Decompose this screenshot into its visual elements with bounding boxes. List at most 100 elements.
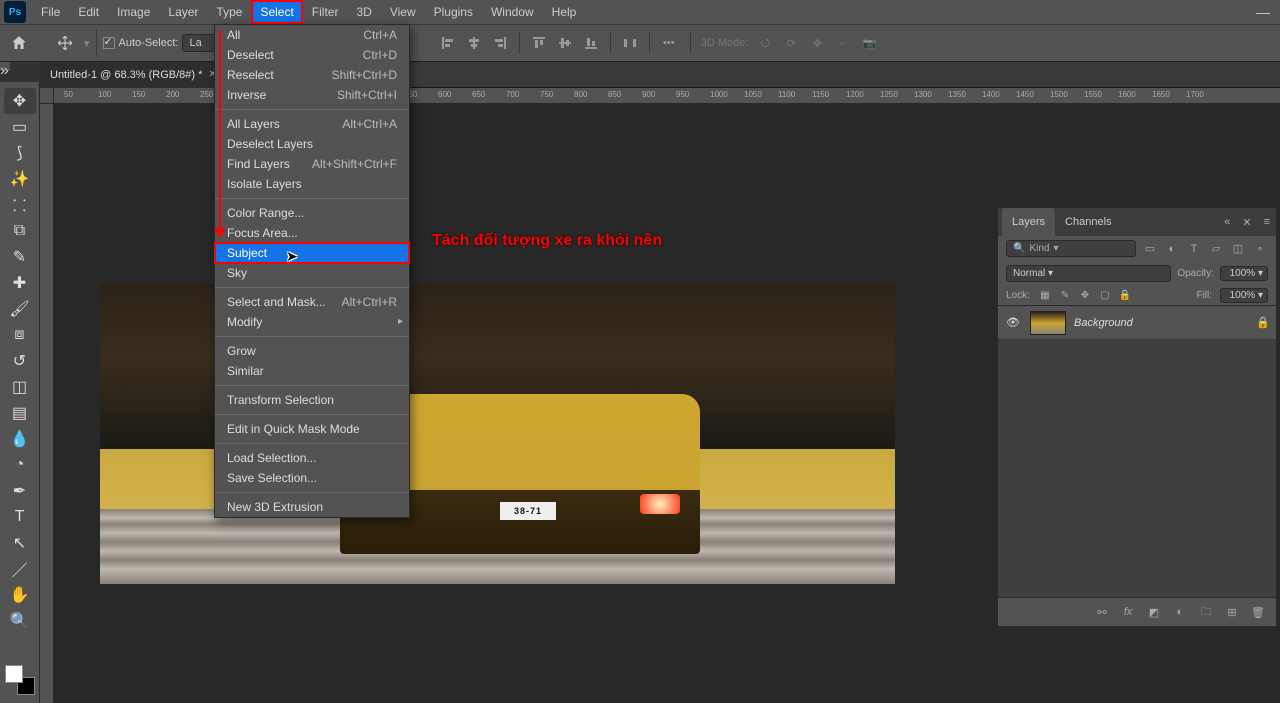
tool-lasso[interactable]: ⟆ [4,140,36,166]
menu-edit[interactable]: Edit [69,0,108,24]
tool-eraser[interactable]: ◫ [4,374,36,400]
ruler-vertical[interactable] [40,104,54,703]
adjustment-icon[interactable]: ◐ [1172,606,1188,618]
menu-type[interactable]: Type [207,0,251,24]
menuitem-load-selection[interactable]: Load Selection... [215,448,409,468]
tool-type[interactable]: T [4,504,36,530]
tool-line[interactable]: ／ [4,556,36,582]
menuitem-select-and-mask[interactable]: Select and Mask...Alt+Ctrl+R [215,292,409,312]
lock-transparent-icon[interactable]: ▦ [1038,289,1052,303]
menuitem-modify[interactable]: Modify [215,312,409,332]
menuitem-deselect[interactable]: DeselectCtrl+D [215,45,409,65]
filter-shape-icon[interactable]: ▱ [1208,241,1224,257]
tool-marquee[interactable]: ▭ [4,114,36,140]
visibility-icon[interactable]: 👁 [1004,316,1022,329]
mask-icon[interactable]: ◩ [1146,606,1162,619]
tool-pen[interactable]: ✒ [4,478,36,504]
menuitem-new-3d-extrusion[interactable]: New 3D Extrusion [215,497,409,517]
menu-plugins[interactable]: Plugins [425,0,482,24]
tool-path-select[interactable]: ↖ [4,530,36,556]
menuitem-all[interactable]: AllCtrl+A [215,25,409,45]
home-icon[interactable] [6,30,32,56]
menuitem-save-selection[interactable]: Save Selection... [215,468,409,488]
more-icon[interactable]: ••• [658,32,680,54]
fill-input[interactable]: 100% ▾ [1220,288,1268,303]
ruler-origin[interactable] [40,88,54,104]
opacity-input[interactable]: 100% ▾ [1220,266,1268,281]
tool-gradient[interactable]: ▤ [4,400,36,426]
layer-thumbnail[interactable] [1030,311,1066,335]
filter-type-icon[interactable]: T [1186,241,1202,257]
menuitem-find-layers[interactable]: Find LayersAlt+Shift+Ctrl+F [215,154,409,174]
menuitem-deselect-layers[interactable]: Deselect Layers [215,134,409,154]
menu-view[interactable]: View [381,0,425,24]
menuitem-color-range[interactable]: Color Range... [215,203,409,223]
menuitem-inverse[interactable]: InverseShift+Ctrl+I [215,85,409,105]
align-top-icon[interactable] [528,32,550,54]
menuitem-isolate-layers[interactable]: Isolate Layers [215,174,409,194]
new-layer-icon[interactable]: ⊞ [1224,606,1240,619]
distribute-icon[interactable] [619,32,641,54]
menu-layer[interactable]: Layer [159,0,207,24]
tool-zoom[interactable]: 🔍 [4,608,36,634]
filter-pixel-icon[interactable]: ▭ [1142,241,1158,257]
foreground-color-swatch[interactable] [5,665,23,683]
link-icon[interactable]: ⚯ [1094,606,1110,619]
orbit-3d-icon[interactable]: ⭯ [754,32,776,54]
align-center-v-icon[interactable] [554,32,576,54]
tool-frame[interactable]: ⧉ [4,218,36,244]
menuitem-grow[interactable]: Grow [215,341,409,361]
roll-3d-icon[interactable]: ⟳ [780,32,802,54]
lock-position-icon[interactable]: ✥ [1078,289,1092,303]
dock-strip[interactable]: » [0,62,10,72]
menu-image[interactable]: Image [108,0,159,24]
fx-icon[interactable]: fx [1120,606,1136,618]
document-tab-1[interactable]: Untitled-1 @ 68.3% (RGB/8#) * ✕ [40,62,228,88]
layer-row[interactable]: 👁 Background 🔒 [998,306,1276,340]
align-bottom-icon[interactable] [580,32,602,54]
tool-hand[interactable]: ✋ [4,582,36,608]
menuitem-transform-selection[interactable]: Transform Selection [215,390,409,410]
folder-icon[interactable]: 🗀 [1198,603,1214,622]
filter-smartobject-icon[interactable]: ◫ [1230,241,1246,257]
tab-layers[interactable]: Layers [1002,208,1055,236]
tool-wand[interactable]: ✨ [4,166,36,192]
menuitem-reselect[interactable]: ReselectShift+Ctrl+D [215,65,409,85]
menuitem-all-layers[interactable]: All LayersAlt+Ctrl+A [215,114,409,134]
layer-name[interactable]: Background [1074,317,1133,329]
lock-icon[interactable]: 🔒 [1256,316,1270,329]
menuitem-focus-area[interactable]: Focus Area... [215,223,409,243]
lock-all-icon[interactable]: 🔒 [1118,289,1132,303]
auto-select-checkbox[interactable] [103,37,115,49]
lock-pixels-icon[interactable]: ✎ [1058,289,1072,303]
collapse-icon[interactable]: « [1218,216,1236,228]
filter-adjustment-icon[interactable]: ◐ [1164,241,1180,257]
menu-filter[interactable]: Filter [303,0,348,24]
trash-icon[interactable]: 🗑 [1250,606,1266,619]
tool-blur[interactable]: 💧 [4,426,36,452]
menuitem-edit-in-quick-mask-mode[interactable]: Edit in Quick Mask Mode [215,419,409,439]
align-center-h-icon[interactable] [463,32,485,54]
panel-menu-icon[interactable]: ≡ [1258,216,1276,228]
camera-3d-icon[interactable]: 📷 [858,32,880,54]
color-swatches[interactable] [5,665,35,695]
tool-brush[interactable]: 🖌 [4,296,36,322]
menu-help[interactable]: Help [543,0,586,24]
filter-kind-select[interactable]: 🔍 Kind ▾ [1006,240,1136,257]
tab-channels[interactable]: Channels [1055,208,1121,236]
tool-eyedropper[interactable]: ✎ [4,244,36,270]
align-right-icon[interactable] [489,32,511,54]
menu-file[interactable]: File [32,0,69,24]
tool-dodge[interactable]: ◔ [4,452,36,478]
slide-3d-icon[interactable]: ⇔ [832,32,854,54]
pan-3d-icon[interactable]: ✥ [806,32,828,54]
tool-healing[interactable]: ✚ [4,270,36,296]
blend-mode-select[interactable]: Normal ▾ [1006,265,1171,282]
minimize-icon[interactable]: — [1246,4,1280,20]
menu-select[interactable]: Select [251,0,302,24]
tool-crop[interactable]: ⸬ [4,192,36,218]
menu-3d[interactable]: 3D [347,0,380,24]
tool-stamp[interactable]: ⧈ [4,322,36,348]
tool-history-brush[interactable]: ↺ [4,348,36,374]
menuitem-subject[interactable]: Subject [215,243,409,263]
